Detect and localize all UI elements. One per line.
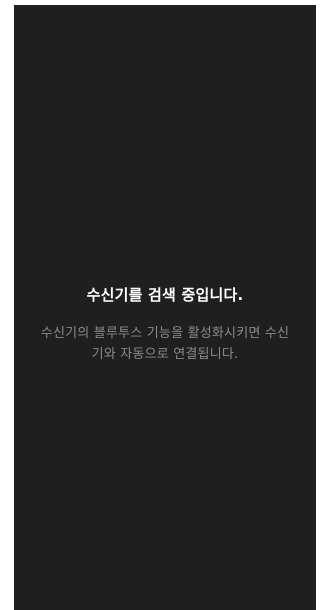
search-status-title: 수신기를 검색 중입니다.	[86, 286, 244, 304]
search-status-description: 수신기의 블루투스 기능을 활성화시키면 수신 기와 자동으로 연결됩니다.	[40, 326, 290, 362]
search-status-panel: 수신기를 검색 중입니다. 수신기의 블루투스 기능을 활성화시키면 수신 기와…	[14, 285, 316, 365]
search-screen: 수신기를 검색 중입니다. 수신기의 블루투스 기능을 활성화시키면 수신 기와…	[14, 5, 316, 610]
